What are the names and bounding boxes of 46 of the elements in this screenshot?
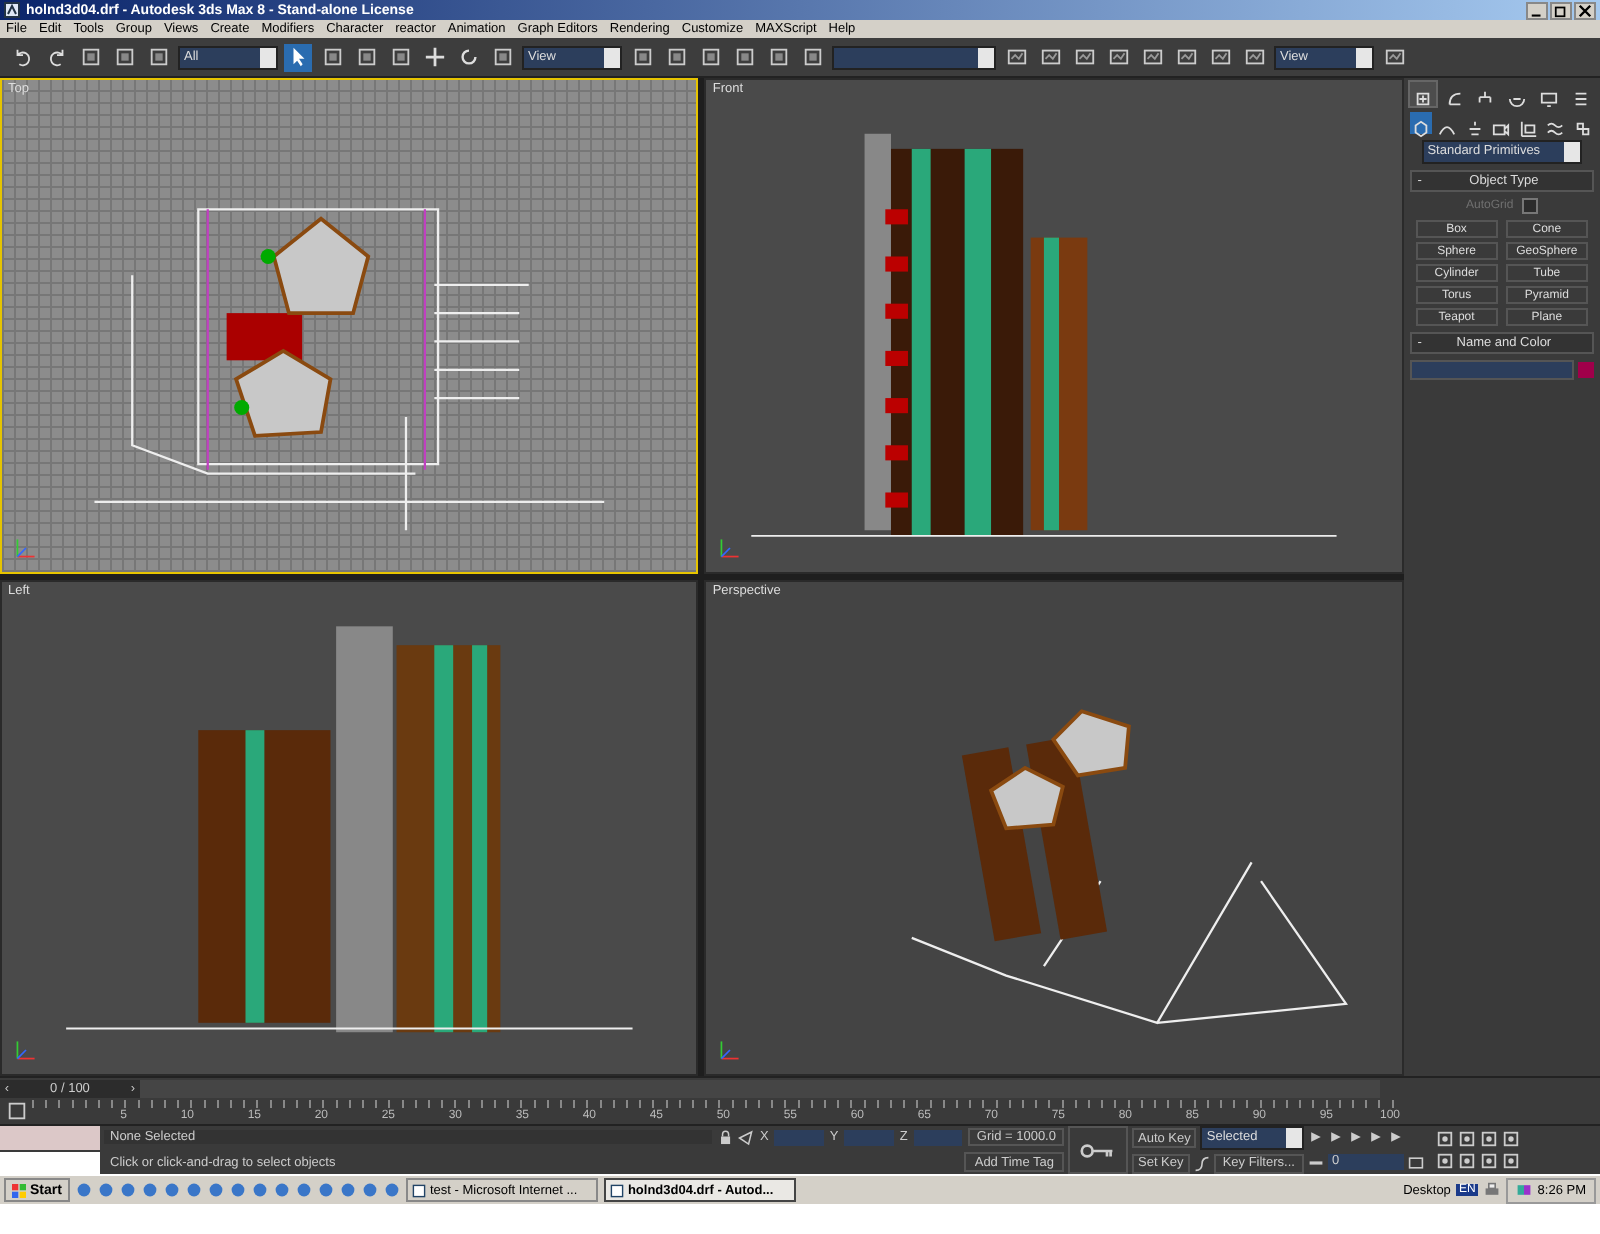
- redo-icon: [45, 46, 67, 68]
- rotate-icon: [457, 46, 479, 68]
- maximize-button[interactable]: [1550, 1, 1572, 19]
- axis-tripod-icon: [718, 1038, 743, 1062]
- geometry-category-button[interactable]: [1409, 112, 1432, 134]
- axis-tripod-icon: [14, 536, 38, 560]
- set-key-button[interactable]: [1068, 1126, 1128, 1174]
- x-coordinate-field[interactable]: [774, 1129, 824, 1146]
- maxscript-input-field[interactable]: [0, 1151, 100, 1174]
- network-icon[interactable]: [1515, 1182, 1532, 1198]
- key-icon: [1080, 1141, 1116, 1159]
- axis-tripod-icon: [718, 536, 743, 560]
- tangent-curve-icon[interactable]: [1193, 1155, 1210, 1171]
- axis-tripod-icon: [14, 1038, 38, 1062]
- curve-editor-icon: [5, 1100, 27, 1122]
- app-icon: [4, 2, 20, 18]
- windows-flag-icon: [12, 1183, 26, 1197]
- close-icon: [1578, 3, 1592, 17]
- systems-icon: [1573, 120, 1592, 138]
- object-color-swatch[interactable]: [1578, 362, 1594, 378]
- maxscript-listener-field[interactable]: [0, 1126, 100, 1149]
- utilities-icon: [1572, 90, 1590, 108]
- cameras-icon: [1492, 120, 1511, 138]
- select-tool-button[interactable]: [284, 43, 312, 71]
- minimize-button[interactable]: [1526, 1, 1548, 19]
- z-coordinate-field[interactable]: [913, 1129, 963, 1146]
- lock-icon[interactable]: [717, 1129, 733, 1146]
- restore-icon: [1554, 3, 1568, 17]
- printer-icon[interactable]: [1483, 1182, 1500, 1198]
- undo-icon: [11, 46, 33, 68]
- move-icon: [423, 46, 445, 68]
- modify-icon: [1445, 90, 1464, 108]
- create-icon: [1413, 90, 1432, 108]
- helpers-icon: [1519, 120, 1538, 138]
- named-selection-field[interactable]: [832, 45, 996, 69]
- close-button[interactable]: [1574, 1, 1596, 19]
- y-coordinate-field[interactable]: [844, 1129, 894, 1146]
- object-name-field[interactable]: [1409, 360, 1574, 380]
- spacewarps-icon: [1546, 120, 1565, 138]
- move-tool-button[interactable]: [420, 43, 448, 71]
- geometry-icon: [1411, 120, 1430, 138]
- display-icon: [1540, 90, 1559, 108]
- lights-icon: [1465, 120, 1484, 138]
- create-tab[interactable]: [1409, 82, 1436, 106]
- shapes-icon: [1438, 120, 1457, 138]
- hierarchy-icon: [1476, 90, 1495, 108]
